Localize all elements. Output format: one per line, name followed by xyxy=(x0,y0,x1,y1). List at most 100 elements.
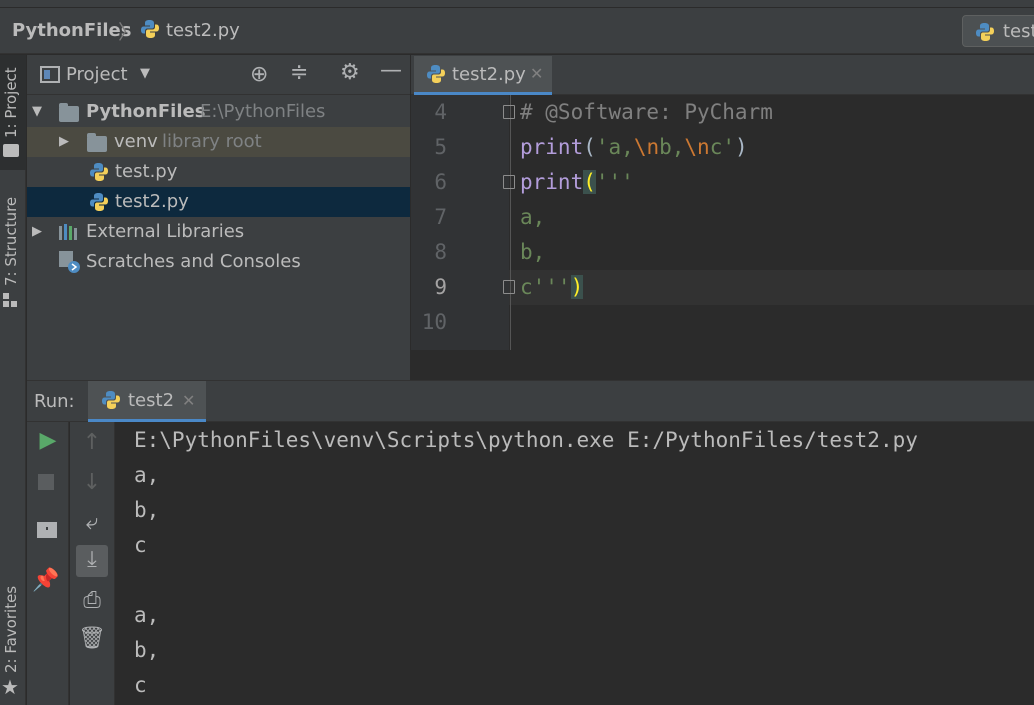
code-line-8: b, xyxy=(520,240,545,264)
tree-item-label: test.py xyxy=(115,161,178,182)
python-file-icon xyxy=(89,192,109,216)
tool-window-project-label[interactable]: 1: Project xyxy=(2,67,20,138)
project-view-selector[interactable]: Project xyxy=(66,64,128,85)
folder-icon xyxy=(87,133,107,152)
python-file-icon xyxy=(140,19,160,43)
print-icon[interactable]: ⎙ xyxy=(77,588,107,613)
locate-file-icon[interactable]: ⊕ xyxy=(250,62,268,87)
fold-marker-icon[interactable] xyxy=(503,280,515,294)
chevron-down-icon[interactable]: ▼ xyxy=(140,66,150,81)
project-view-icon xyxy=(40,66,60,83)
line-number: 4 xyxy=(434,100,447,124)
stop-icon[interactable] xyxy=(38,474,54,490)
python-file-icon xyxy=(89,162,109,186)
tree-item-venv[interactable]: ▶ venv library root xyxy=(27,127,410,157)
run-configuration-selector[interactable]: test xyxy=(962,15,1034,47)
gutter-divider xyxy=(510,95,511,350)
code-escape: \n xyxy=(633,135,660,159)
close-icon[interactable]: ✕ xyxy=(530,64,543,83)
scroll-to-end-icon: ⤓ xyxy=(87,547,97,572)
line-number: 10 xyxy=(421,310,447,334)
arrow-up-icon[interactable]: ↑ xyxy=(77,430,107,455)
tree-item-label: test2.py xyxy=(115,191,189,212)
run-toolbar-primary xyxy=(27,422,69,705)
code-comment: # @Software: PyCharm xyxy=(520,100,773,124)
console-line: c xyxy=(134,673,147,697)
code-string: b, xyxy=(520,240,546,264)
line-number: 6 xyxy=(434,170,447,194)
console-line: E:\PythonFiles\venv\Scripts\python.exe E… xyxy=(134,428,918,452)
pin-icon[interactable]: 📌 xyxy=(31,568,61,593)
tree-item-external-libraries[interactable]: ▶ External Libraries xyxy=(27,217,410,247)
tree-item-project-root[interactable]: ▼ PythonFiles E:\PythonFiles xyxy=(27,97,410,127)
breadcrumb-project[interactable]: PythonFiles xyxy=(12,20,131,41)
tree-item-label: External Libraries xyxy=(86,221,245,242)
code-line-6: print(''' xyxy=(520,170,634,194)
run-tab-label: test2 xyxy=(128,390,175,411)
code-string: c''' xyxy=(520,275,571,299)
collapse-all-icon[interactable]: ≑ xyxy=(290,60,308,85)
restore-layout-icon[interactable] xyxy=(37,522,57,538)
code-string: b, xyxy=(659,135,685,159)
code-paren-matched: ) xyxy=(570,275,584,299)
tree-item-label: PythonFiles xyxy=(86,101,206,122)
trash-icon[interactable]: 🗑 xyxy=(77,626,107,651)
code-line-9: c''') xyxy=(520,275,584,299)
tool-window-structure-label[interactable]: 7: Structure xyxy=(2,197,20,286)
code-keyword: print xyxy=(520,170,584,194)
close-icon[interactable]: ✕ xyxy=(182,391,195,410)
line-number: 8 xyxy=(434,240,447,264)
run-configuration-label: test xyxy=(1003,21,1034,42)
fold-marker-icon[interactable] xyxy=(503,105,515,119)
editor-tab-label: test2.py xyxy=(452,64,526,85)
chevron-right-icon[interactable]: ▶ xyxy=(32,224,42,239)
tree-item-scratches[interactable]: Scratches and Consoles xyxy=(27,247,410,277)
folder-icon xyxy=(59,103,79,122)
code-line-4: # @Software: PyCharm xyxy=(520,100,773,124)
code-string: 'a, xyxy=(595,135,634,159)
breadcrumb-separator: 〉 xyxy=(118,20,138,44)
arrow-down-icon[interactable]: ↓ xyxy=(77,470,107,495)
editor-tab-test2[interactable]: test2.py ✕ xyxy=(414,56,552,95)
folder-icon xyxy=(3,144,19,157)
console-line: c xyxy=(134,533,147,557)
code-line-7: a, xyxy=(520,205,545,229)
hide-panel-icon[interactable]: — xyxy=(380,58,402,83)
console-line: a, xyxy=(134,603,160,627)
libraries-icon xyxy=(59,222,81,246)
scroll-to-end-button[interactable]: ⤓ xyxy=(76,545,108,577)
line-number: 9 xyxy=(434,275,447,299)
gear-icon[interactable]: ⚙ xyxy=(340,60,360,85)
console-line: a, xyxy=(134,463,160,487)
code-line-5: print('a,\nb,\nc') xyxy=(520,135,748,159)
code-paren: ( xyxy=(583,135,596,159)
python-icon xyxy=(101,390,121,414)
code-string: a, xyxy=(520,205,546,229)
python-file-icon xyxy=(426,64,446,88)
line-number: 7 xyxy=(434,205,447,229)
tree-item-label: Scratches and Consoles xyxy=(86,251,301,272)
caret-row-highlight xyxy=(509,270,1034,305)
tree-item-test2-py[interactable]: test2.py xyxy=(27,187,410,217)
structure-icon xyxy=(3,292,19,311)
breadcrumb-file[interactable]: test2.py xyxy=(166,20,240,41)
run-tab-test2[interactable]: test2 ✕ xyxy=(88,381,206,422)
scratches-icon xyxy=(59,251,81,277)
tree-item-label: venv xyxy=(114,131,158,152)
console-line: b, xyxy=(134,638,160,662)
run-console[interactable] xyxy=(116,422,1034,705)
tree-item-hint: library root xyxy=(162,131,262,152)
code-string: ''' xyxy=(595,170,634,194)
divider xyxy=(0,7,1034,8)
chevron-expanded-icon[interactable]: ▼ xyxy=(32,104,42,119)
python-icon xyxy=(975,22,995,46)
fold-marker-icon[interactable] xyxy=(503,175,515,189)
chevron-right-icon[interactable]: ▶ xyxy=(59,134,69,149)
tree-item-test-py[interactable]: test.py xyxy=(27,157,410,187)
tool-window-favorites-label[interactable]: 2: Favorites xyxy=(2,586,20,673)
rerun-icon[interactable]: ▶ xyxy=(33,428,63,453)
code-keyword: print xyxy=(520,135,584,159)
line-number: 5 xyxy=(434,135,447,159)
console-line: b, xyxy=(134,498,160,522)
soft-wrap-icon[interactable]: ⤶ xyxy=(77,510,107,535)
